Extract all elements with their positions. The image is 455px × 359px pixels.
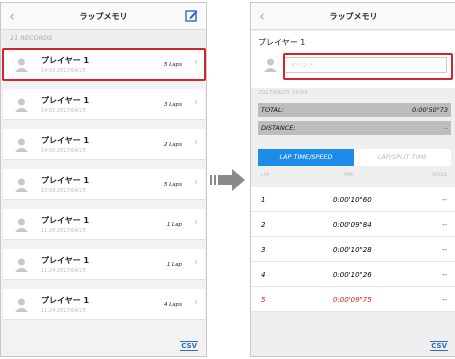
distance-label: DISTANCE:: [261, 124, 296, 132]
lap-speed: --: [441, 246, 447, 254]
chevron-right-icon: ›: [194, 217, 198, 228]
item-name: プレイヤー 1: [41, 296, 90, 305]
table-row: 1 0:00'10"60 --: [251, 187, 455, 212]
table-row: 4 0:00'10"26 --: [251, 262, 455, 287]
header-speed: SPEED: [432, 173, 447, 178]
csv-export-icon[interactable]: CSV: [180, 341, 198, 351]
lap-table-header: LAP TIME SPEED: [251, 173, 455, 183]
lap-number: 4: [261, 271, 266, 279]
avatar-icon: [15, 138, 28, 152]
item-date: 14:00 2017/04/25: [41, 148, 86, 154]
list-item[interactable]: プレイヤー 1 11:24 2017/04/25 1 Lap ›: [3, 249, 205, 280]
selection-highlight: [283, 53, 453, 80]
chevron-right-icon: ›: [194, 297, 198, 308]
table-row: 2 0:00'09"84 --: [251, 212, 455, 237]
navigation-bar: ‹ ラップメモリ: [1, 3, 206, 30]
chevron-right-icon: ›: [194, 177, 198, 188]
avatar-icon: [15, 298, 28, 312]
avatar-icon: [15, 98, 28, 112]
tab-lap-split-time[interactable]: LAP/SPLIT TIME: [354, 149, 451, 166]
player-name: プレイヤー 1: [258, 38, 306, 47]
total-value: 0:00'50"73: [412, 106, 448, 114]
lap-number: 2: [261, 221, 266, 229]
item-date: 11:24 2017/04/25: [41, 268, 86, 274]
records-count: 11 RECORDS: [1, 30, 206, 46]
lap-time: 0:00'10"28: [333, 246, 372, 254]
item-laps: 3 Laps: [163, 102, 182, 108]
lap-time: 0:00'10"60: [333, 196, 372, 204]
page-title: ラップメモリ: [79, 12, 128, 21]
page-title: ラップメモリ: [329, 12, 378, 21]
chevron-right-icon: ›: [194, 97, 198, 108]
item-laps: 1 Lap: [166, 262, 182, 268]
list-item[interactable]: プレイヤー 1 14:01 2017/04/25 3 Laps ›: [3, 89, 205, 120]
table-row: 3 0:00'10"28 --: [251, 237, 455, 262]
navigation-bar: ‹ ラップメモリ: [251, 3, 455, 30]
chevron-right-icon: ›: [194, 137, 198, 148]
record-datetime: 2017/04/25 14:03: [258, 90, 308, 96]
lap-time: 0:00'10"26: [333, 271, 372, 279]
lap-number: 3: [261, 246, 266, 254]
distance-value: --: [443, 124, 448, 132]
item-laps: 4 Laps: [163, 302, 182, 308]
total-row: TOTAL: 0:00'50"73: [258, 103, 451, 117]
item-name: プレイヤー 1: [41, 256, 90, 265]
item-laps: 1 Lap: [166, 222, 182, 228]
item-date: 13:59 2017/04/25: [41, 188, 86, 194]
chevron-right-icon: ›: [194, 257, 198, 268]
item-date: 14:01 2017/04/25: [41, 108, 86, 114]
list-item[interactable]: プレイヤー 1 11:24 2017/04/25 4 Laps ›: [3, 289, 205, 320]
table-row: 5 0:00'09"75 --: [251, 287, 455, 312]
distance-row: DISTANCE: --: [258, 121, 451, 135]
header-time: TIME: [343, 173, 354, 178]
total-label: TOTAL:: [261, 106, 284, 114]
edit-icon[interactable]: [185, 9, 198, 22]
item-laps: 2 Laps: [163, 142, 182, 148]
item-laps: 5 Laps: [163, 182, 182, 188]
list-item[interactable]: プレイヤー 1 11:26 2017/04/25 1 Lap ›: [3, 209, 205, 240]
avatar-icon: [15, 258, 28, 272]
lap-number: 5: [261, 296, 266, 304]
lap-time: 0:00'09"75: [333, 296, 372, 304]
lap-speed: --: [441, 196, 447, 204]
avatar-icon: [15, 178, 28, 192]
list-item[interactable]: プレイヤー 1 14:00 2017/04/25 2 Laps ›: [3, 129, 205, 160]
csv-export-icon[interactable]: CSV: [430, 341, 448, 351]
header-lap: LAP: [261, 173, 270, 178]
tab-lap-time-speed[interactable]: LAP TIME/SPEED: [258, 149, 354, 166]
item-date: 11:26 2017/04/25: [41, 228, 86, 234]
item-name: プレイヤー 1: [41, 216, 90, 225]
list-item[interactable]: プレイヤー 1 13:59 2017/04/25 5 Laps ›: [3, 169, 205, 200]
lap-time: 0:00'09"84: [333, 221, 372, 229]
avatar-icon: [264, 58, 277, 72]
item-name: プレイヤー 1: [41, 136, 90, 145]
avatar-icon: [15, 218, 28, 232]
transition-arrow-icon: [210, 169, 245, 191]
record-list-screen: ‹ ラップメモリ 11 RECORDS プレイヤー 1 14:03 2017/0…: [0, 2, 207, 357]
item-name: プレイヤー 1: [41, 176, 90, 185]
item-name: プレイヤー 1: [41, 96, 90, 105]
item-date: 11:24 2017/04/25: [41, 308, 86, 314]
record-detail-screen: ‹ ラップメモリ プレイヤー 1 2017/04/25 14:03 TOTAL:…: [250, 2, 455, 357]
selection-highlight: [2, 48, 206, 81]
lap-speed: --: [441, 271, 447, 279]
lap-speed: --: [441, 296, 447, 304]
lap-speed: --: [441, 221, 447, 229]
lap-number: 1: [261, 196, 266, 204]
